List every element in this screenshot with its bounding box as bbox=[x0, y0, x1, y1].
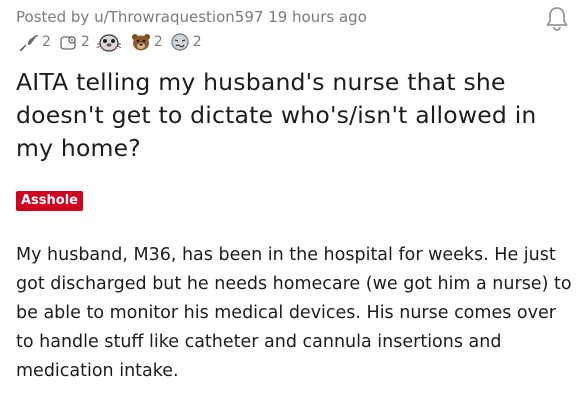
award-count: 2 bbox=[153, 34, 163, 50]
post-meta: Posted by u/Throwraquestion597 19 hours … bbox=[16, 8, 367, 26]
post-body: My husband, M36, has been in the hospita… bbox=[16, 245, 572, 381]
award-count: 2 bbox=[80, 34, 90, 50]
post-timestamp[interactable]: 19 hours ago bbox=[268, 8, 367, 26]
award-bear[interactable]: 2 bbox=[130, 32, 163, 52]
wholesome-seal-icon bbox=[96, 31, 122, 53]
posted-by-label: Posted by bbox=[16, 8, 90, 26]
award-count: 2 bbox=[192, 34, 202, 50]
award-rocket[interactable]: 2 bbox=[18, 32, 51, 52]
post-title[interactable]: AITA telling my husband's nurse that she… bbox=[16, 66, 568, 165]
award-toilet-paper[interactable]: 2 bbox=[57, 32, 90, 52]
awards-row: 2 2 2 2 bbox=[18, 32, 208, 52]
confused-face-icon bbox=[169, 32, 191, 52]
rocket-icon bbox=[18, 32, 40, 52]
post-flair-badge[interactable]: Asshole bbox=[16, 191, 83, 211]
award-confused-face[interactable]: 2 bbox=[169, 32, 202, 52]
bear-icon bbox=[130, 32, 152, 52]
toilet-paper-icon bbox=[57, 32, 79, 52]
award-wholesome-seal[interactable] bbox=[96, 31, 124, 53]
notification-bell-icon[interactable] bbox=[545, 6, 569, 32]
author-link[interactable]: u/Throwraquestion597 bbox=[94, 8, 263, 26]
award-count: 2 bbox=[42, 34, 51, 50]
